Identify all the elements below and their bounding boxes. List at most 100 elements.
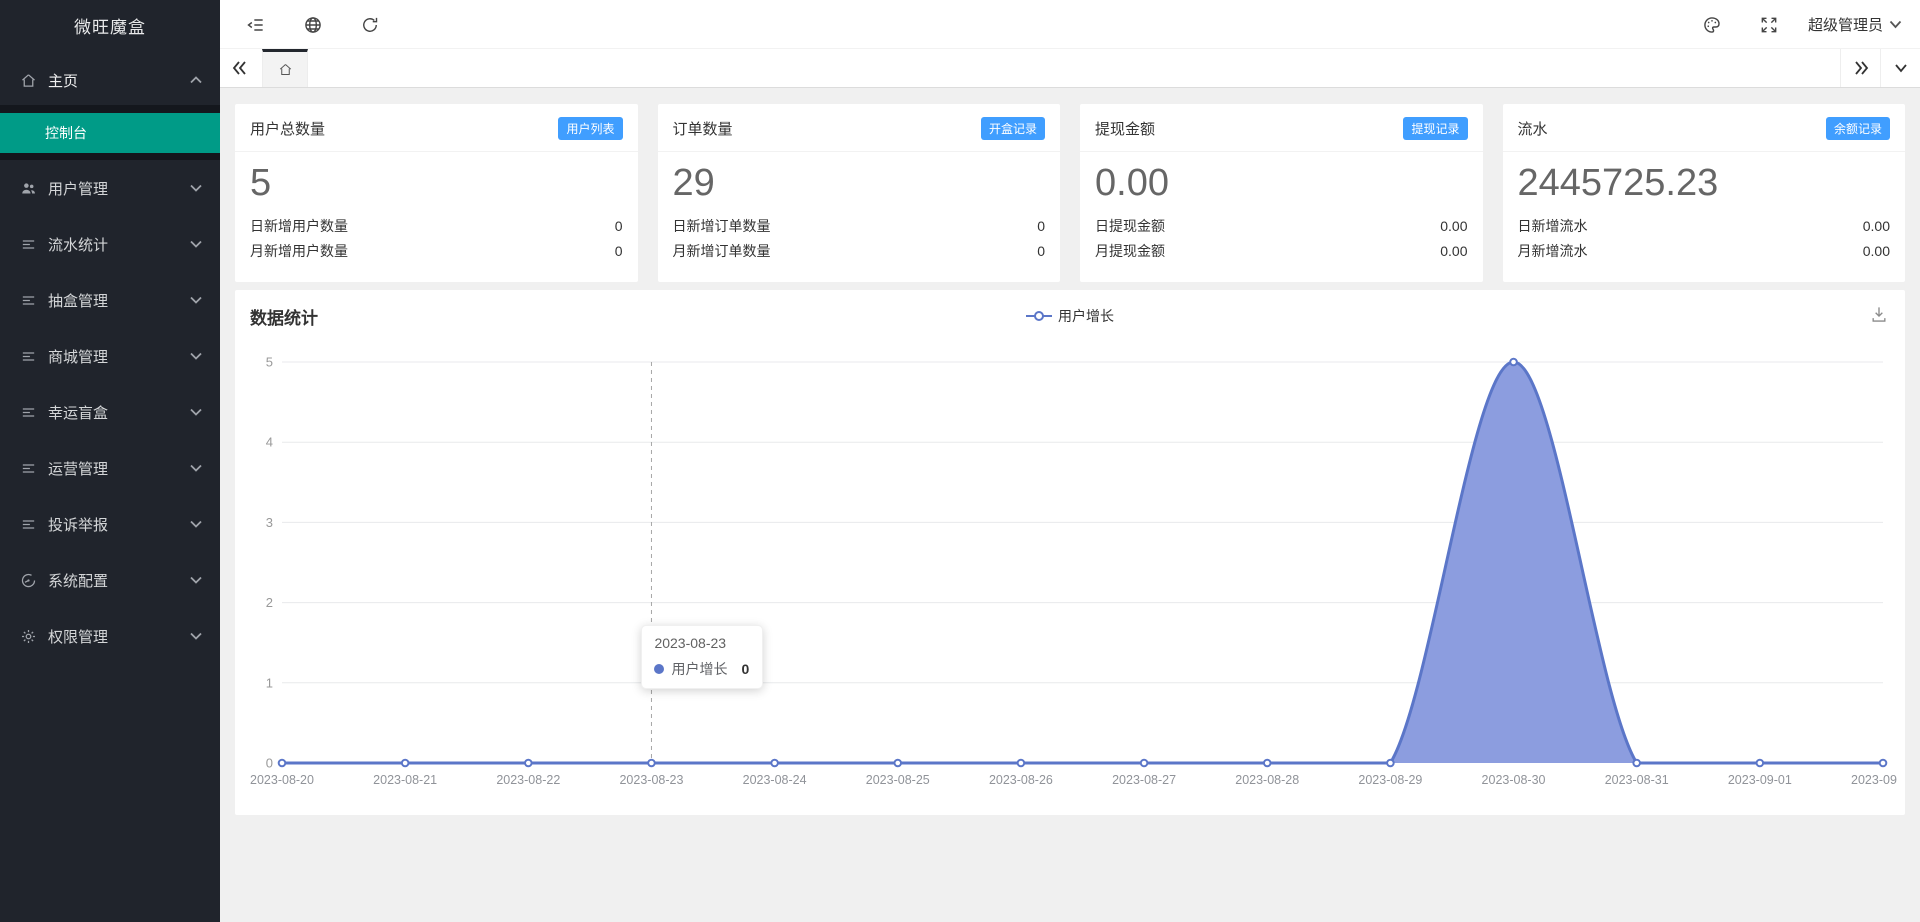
sidebar: 微旺魔盒 主页 控制台 用户管理 流水统计 抽盒管理: [0, 0, 220, 922]
stat-row-label: 日提现金额: [1095, 214, 1165, 239]
stat-row: 月新增流水0.00: [1518, 239, 1891, 264]
sidebar-item-1[interactable]: 流水统计: [0, 216, 220, 272]
x-axis-label: 2023-08-27: [1112, 773, 1176, 787]
stat-row: 日新增订单数量 0: [673, 214, 1046, 239]
list-icon: [20, 516, 37, 533]
app-logo: 微旺魔盒: [0, 0, 220, 55]
data-point-marker[interactable]: [1633, 760, 1640, 767]
data-point-marker[interactable]: [648, 760, 655, 767]
stat-row: 日提现金额0.00: [1095, 214, 1468, 239]
stat-card-value: 29: [673, 160, 1046, 208]
data-point-marker[interactable]: [1387, 760, 1394, 767]
stat-card-badge-link[interactable]: 提现记录: [1403, 117, 1467, 140]
y-axis-label: 4: [266, 435, 273, 450]
x-axis-label: 2023-08-25: [866, 773, 930, 787]
user-menu[interactable]: 超级管理员: [1808, 0, 1902, 49]
refresh-icon[interactable]: [357, 12, 383, 38]
tab-bar: [220, 49, 1920, 88]
line-chart-plot[interactable]: 0123452023-08-202023-08-212023-08-222023…: [235, 340, 1897, 810]
chevron-down-icon: [1889, 20, 1902, 29]
chevron-down-icon: [190, 235, 202, 253]
y-axis-label: 5: [266, 355, 273, 370]
fullscreen-icon[interactable]: [1756, 12, 1782, 38]
data-point-marker[interactable]: [894, 760, 901, 767]
sidebar-item-home[interactable]: 主页: [0, 55, 220, 105]
sidebar-item-3[interactable]: 商城管理: [0, 328, 220, 384]
list-icon: [20, 292, 37, 309]
stat-card-badge-link[interactable]: 余额记录: [1826, 117, 1890, 140]
sidebar-item-label: 商城管理: [48, 346, 190, 367]
sidebar-menu: 用户管理 流水统计 抽盒管理 商城管理 幸运盲盒 运营管理: [0, 160, 220, 664]
chevron-down-icon: [190, 459, 202, 477]
sidebar-item-console-active[interactable]: 控制台: [0, 113, 220, 153]
stat-cards-row: 用户总数量 用户列表 5 日新增用户数量0月新增用户数量0 订单数量 开盒记录 …: [235, 104, 1905, 282]
data-point-marker[interactable]: [279, 760, 286, 767]
y-axis-label: 1: [266, 675, 273, 690]
sidebar-item-label: 系统配置: [48, 570, 190, 591]
stat-card-title: 流水: [1518, 118, 1548, 139]
list-icon: [20, 348, 37, 365]
data-point-marker[interactable]: [1264, 760, 1271, 767]
tabs-menu-button[interactable]: [1880, 49, 1920, 87]
chart-legend-item[interactable]: 用户增长: [1026, 306, 1114, 326]
stat-row-value: 0.00: [1863, 239, 1890, 264]
sidebar-item-label: 主页: [48, 70, 190, 91]
stat-row-value: 0: [615, 239, 623, 264]
list-icon: [20, 236, 37, 253]
tabs-scroll-left-button[interactable]: [220, 49, 260, 87]
data-point-marker[interactable]: [1141, 760, 1148, 767]
list-icon: [20, 404, 37, 421]
tabs-scroll-right-button[interactable]: [1840, 49, 1880, 87]
collapse-sidebar-icon[interactable]: [243, 12, 269, 38]
x-axis-label: 2023-08-23: [619, 773, 683, 787]
x-axis-label: 2023-08-26: [989, 773, 1053, 787]
tooltip-date: 2023-08-23: [654, 635, 750, 651]
tab-home[interactable]: [262, 49, 308, 87]
chart-card: 数据统计 用户增长 0123452023-08-202023-08-212023…: [235, 290, 1905, 815]
stat-row-value: 0.00: [1863, 214, 1890, 239]
sidebar-item-7[interactable]: 系统配置: [0, 552, 220, 608]
data-point-marker[interactable]: [402, 760, 409, 767]
theme-palette-icon[interactable]: [1699, 12, 1725, 38]
chevron-down-icon: [190, 291, 202, 309]
data-point-marker[interactable]: [771, 760, 778, 767]
chart-title: 数据统计: [250, 304, 318, 329]
globe-icon[interactable]: [300, 12, 326, 38]
data-point-marker[interactable]: [1880, 760, 1887, 767]
top-header: 超级管理员: [220, 0, 1920, 49]
download-chart-icon[interactable]: [1869, 304, 1889, 324]
home-icon: [278, 62, 293, 77]
stat-card-rows: 日提现金额0.00月提现金额0.00: [1095, 214, 1468, 264]
chevron-down-icon: [190, 627, 202, 645]
x-axis-label: 2023-08-31: [1605, 773, 1669, 787]
users-icon: [20, 180, 37, 197]
stat-row: 月新增用户数量0: [250, 239, 623, 264]
chevron-down-icon: [190, 179, 202, 197]
sidebar-item-label: 运营管理: [48, 458, 190, 479]
stat-card-badge-link[interactable]: 用户列表: [558, 117, 622, 140]
x-axis-label: 2023-08-20: [250, 773, 314, 787]
stat-row: 日新增用户数量0: [250, 214, 623, 239]
stat-card-badge-link[interactable]: 开盒记录: [981, 117, 1045, 140]
sidebar-item-8[interactable]: 权限管理: [0, 608, 220, 664]
data-point-marker[interactable]: [1510, 359, 1517, 366]
data-point-marker[interactable]: [1018, 760, 1025, 767]
sidebar-item-label: 流水统计: [48, 234, 190, 255]
stat-row-value: 0: [1037, 214, 1045, 239]
stat-row: 日新增流水0.00: [1518, 214, 1891, 239]
stat-row-label: 月新增订单数量: [673, 239, 771, 264]
stat-card: 提现金额 提现记录 0.00 日提现金额0.00月提现金额0.00: [1080, 104, 1483, 282]
sidebar-item-4[interactable]: 幸运盲盒: [0, 384, 220, 440]
sidebar-item-5[interactable]: 运营管理: [0, 440, 220, 496]
stat-card-title: 提现金额: [1095, 118, 1155, 139]
stat-row-label: 日新增订单数量: [673, 214, 771, 239]
home-icon: [20, 72, 37, 89]
sidebar-item-label: 权限管理: [48, 626, 190, 647]
stat-row-label: 月提现金额: [1095, 239, 1165, 264]
sidebar-item-6[interactable]: 投诉举报: [0, 496, 220, 552]
sidebar-item-2[interactable]: 抽盒管理: [0, 272, 220, 328]
sidebar-item-0[interactable]: 用户管理: [0, 160, 220, 216]
data-point-marker[interactable]: [1757, 760, 1764, 767]
stat-card-rows: 日新增订单数量 0月新增订单数量 0: [673, 214, 1046, 264]
data-point-marker[interactable]: [525, 760, 532, 767]
